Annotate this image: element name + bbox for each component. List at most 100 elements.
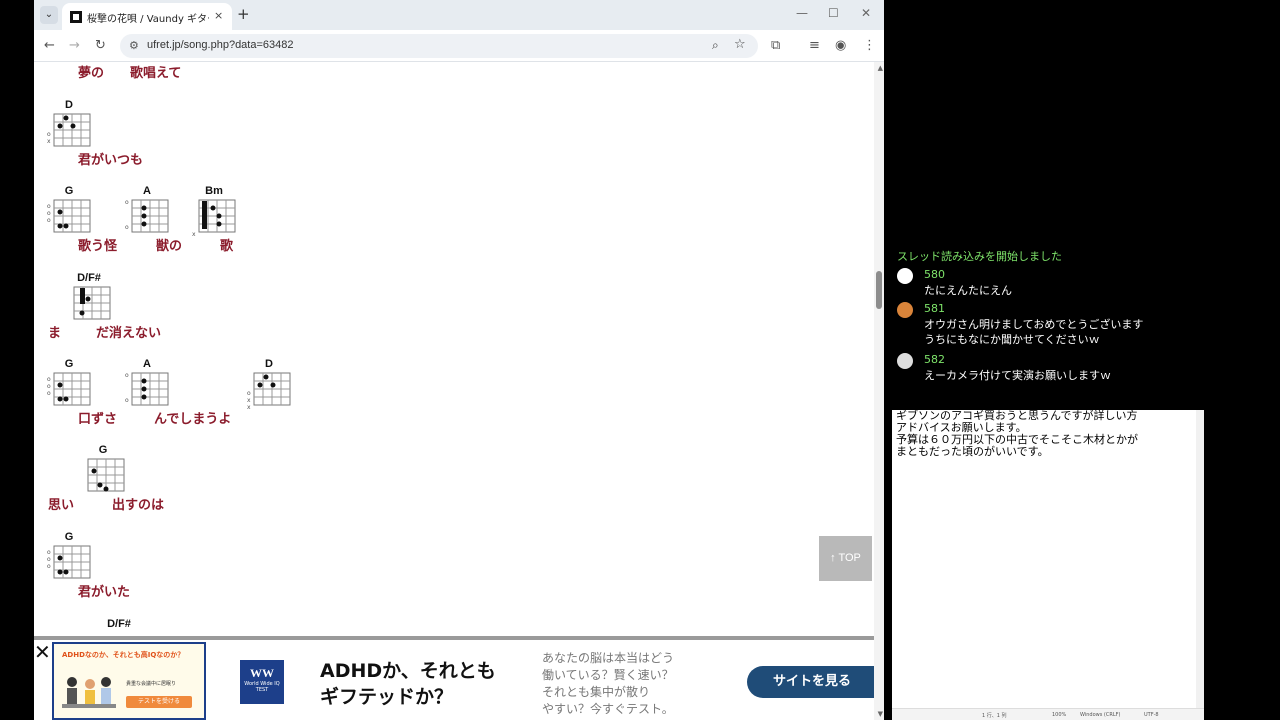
chord-fretboard: oo xyxy=(125,199,169,233)
notepad-status-bar: 1 行、1 列 100% Windows (CRLF) UTF-8 xyxy=(892,708,1204,720)
chat-line: オウガさん明けましておめでとうございます xyxy=(924,318,1144,331)
lyric-line: ま xyxy=(48,326,62,341)
chord-diagram[interactable]: D ox xyxy=(46,99,92,153)
avatar xyxy=(897,268,913,284)
tab-close-icon[interactable]: × xyxy=(214,9,223,22)
browser-window: ⌄ 桜撃の花唄 / Vaundy ギターコード/ × + — ☐ ✕ ← → ↻… xyxy=(34,0,884,720)
maximize-icon[interactable]: ☐ xyxy=(828,6,839,20)
chat-number: 581 xyxy=(924,302,945,315)
svg-text:o: o xyxy=(47,556,51,563)
chord-name: G xyxy=(64,531,74,543)
status-encoding: UTF-8 xyxy=(1144,712,1159,718)
svg-text:o: o xyxy=(47,131,51,138)
page-scrollbar[interactable]: ▲ ▼ xyxy=(874,62,884,720)
zoom-icon[interactable]: ⌕ xyxy=(712,38,719,53)
site-favicon-icon xyxy=(70,11,82,23)
lyric-line: 口ずさ xyxy=(78,412,118,427)
profile-icon[interactable]: ◉ xyxy=(835,38,846,53)
chord-diagram[interactable]: D oxx xyxy=(246,358,292,412)
avatar xyxy=(897,353,913,369)
scroll-thumb[interactable] xyxy=(876,271,882,309)
ad-body-line: それとも集中が散り xyxy=(542,685,651,699)
svg-text:x: x xyxy=(247,397,251,404)
chord-fretboard xyxy=(87,458,125,492)
lyric-line: 君がいつも xyxy=(78,153,144,168)
notepad-scrollbar[interactable] xyxy=(1196,410,1204,708)
chat-status: スレッド読み込みを開始しました xyxy=(897,250,1062,263)
ad-banner[interactable]: ✕ ADHDなのか、それとも高IQなのか？ 貴重な会議中に居眠り テストを受ける… xyxy=(34,636,877,720)
chord-diagram[interactable]: A oo xyxy=(124,358,170,412)
reload-icon[interactable]: ↻ xyxy=(95,38,106,53)
url-text[interactable]: ufret.jp/song.php?data=63482 xyxy=(147,39,294,51)
scroll-down-icon[interactable]: ▼ xyxy=(878,710,883,718)
chat-text: たにえんたにえん xyxy=(924,283,1012,298)
ad-cta-button[interactable]: サイトを見る xyxy=(747,666,877,698)
tab-title: 桜撃の花唄 / Vaundy ギターコード/ xyxy=(87,14,209,25)
minimize-icon[interactable]: — xyxy=(796,6,808,20)
tab-bar: ⌄ 桜撃の花唄 / Vaundy ギターコード/ × + — ☐ ✕ xyxy=(34,0,884,30)
browser-toolbar: ← → ↻ ⚙ ufret.jp/song.php?data=63482 ⌕ ☆… xyxy=(34,30,884,62)
notepad-window[interactable]: ギブソンのアコギ買おうと思うんですが詳しい方 アドバイスお願いします。 予算は６… xyxy=(892,410,1204,720)
ad-people-icon xyxy=(62,677,116,708)
lyric-line: 歌う怪 xyxy=(78,239,118,254)
chord-diagram[interactable]: D/F# xyxy=(66,272,114,326)
lyric-line: だ消えない xyxy=(96,326,162,341)
svg-text:x: x xyxy=(247,404,251,411)
ad-body: あなたの脳は本当はどう 働いている？賢く速い？ それとも集中が散り やすい？今す… xyxy=(542,650,674,718)
site-info-icon[interactable]: ⚙ xyxy=(129,39,139,52)
chord-name: G xyxy=(64,185,74,197)
chord-name: D/F# xyxy=(77,272,101,284)
chord-diagram[interactable]: G ooo xyxy=(46,185,92,239)
svg-text:o: o xyxy=(125,199,129,206)
svg-text:o: o xyxy=(125,397,129,404)
ad-body-line: あなたの脳は本当はどう xyxy=(542,651,675,665)
ad-close-icon[interactable]: ✕ xyxy=(34,640,51,664)
svg-text:o: o xyxy=(47,383,51,390)
active-tab[interactable]: 桜撃の花唄 / Vaundy ギターコード/ × xyxy=(62,3,232,30)
chat-line: うちにもなにか聞かせてくださいｗ xyxy=(924,333,1100,346)
chord-diagram[interactable]: G ooo xyxy=(46,531,92,585)
chord-name: A xyxy=(143,185,151,197)
new-tab-icon[interactable]: + xyxy=(237,5,250,23)
chord-diagram[interactable]: Bm x xyxy=(191,185,237,239)
back-to-top-button[interactable]: ↑ TOP xyxy=(819,536,872,581)
chat-number: 582 xyxy=(924,353,945,366)
chord-fretboard xyxy=(73,286,111,320)
ad-headline-line: ADHDか、それとも xyxy=(320,660,496,682)
chord-diagram[interactable]: G ooo xyxy=(46,358,92,412)
address-bar[interactable]: ⚙ ufret.jp/song.php?data=63482 ⌕ ☆ xyxy=(120,34,758,58)
ad-headline[interactable]: ADHDか、それとも ギフテッドか？ xyxy=(320,658,496,710)
lyric-line: 夢の 歌唱えて xyxy=(78,66,182,81)
bookmark-star-icon[interactable]: ☆ xyxy=(734,37,746,52)
menu-kebab-icon[interactable]: ⋮ xyxy=(863,38,876,53)
media-control-icon[interactable]: ≡ xyxy=(809,38,820,53)
chord-fretboard: ooo xyxy=(47,199,91,233)
chord-name: G xyxy=(98,444,108,456)
lyric-line: 思い xyxy=(48,498,75,513)
forward-icon[interactable]: → xyxy=(69,38,80,53)
ad-test-button[interactable]: テストを受ける xyxy=(126,696,192,708)
scroll-up-icon[interactable]: ▲ xyxy=(878,64,883,72)
svg-text:o: o xyxy=(47,217,51,224)
status-position: 1 行、1 列 xyxy=(982,713,1007,719)
chord-name: D/F# xyxy=(107,618,131,630)
chat-line: えーカメラ付けて実演お願いしますｗ xyxy=(924,369,1111,382)
ad-image-subtitle: 貴重な会議中に居眠り xyxy=(126,681,177,687)
svg-text:o: o xyxy=(47,203,51,210)
chord-fretboard: ox xyxy=(47,113,91,147)
chord-fretboard: ooo xyxy=(47,545,91,579)
svg-text:o: o xyxy=(125,224,129,231)
tab-search-icon[interactable]: ⌄ xyxy=(40,6,58,24)
chord-diagram[interactable]: A oo xyxy=(124,185,170,239)
back-icon[interactable]: ← xyxy=(44,38,55,53)
chat-number: 580 xyxy=(924,268,945,281)
ad-image[interactable]: ADHDなのか、それとも高IQなのか？ 貴重な会議中に居眠り テストを受ける xyxy=(52,642,206,720)
lyric-line: 歌 xyxy=(220,239,234,254)
chord-fretboard: oxx xyxy=(247,372,291,411)
extensions-icon[interactable]: ⧉ xyxy=(771,38,780,53)
lyric-line: んでしまうよ xyxy=(154,412,232,427)
chord-diagram[interactable]: G xyxy=(80,444,126,498)
notepad-text-area[interactable]: ギブソンのアコギ買おうと思うんですが詳しい方 アドバイスお願いします。 予算は６… xyxy=(896,410,1138,458)
svg-text:o: o xyxy=(47,563,51,570)
window-close-icon[interactable]: ✕ xyxy=(861,6,871,20)
